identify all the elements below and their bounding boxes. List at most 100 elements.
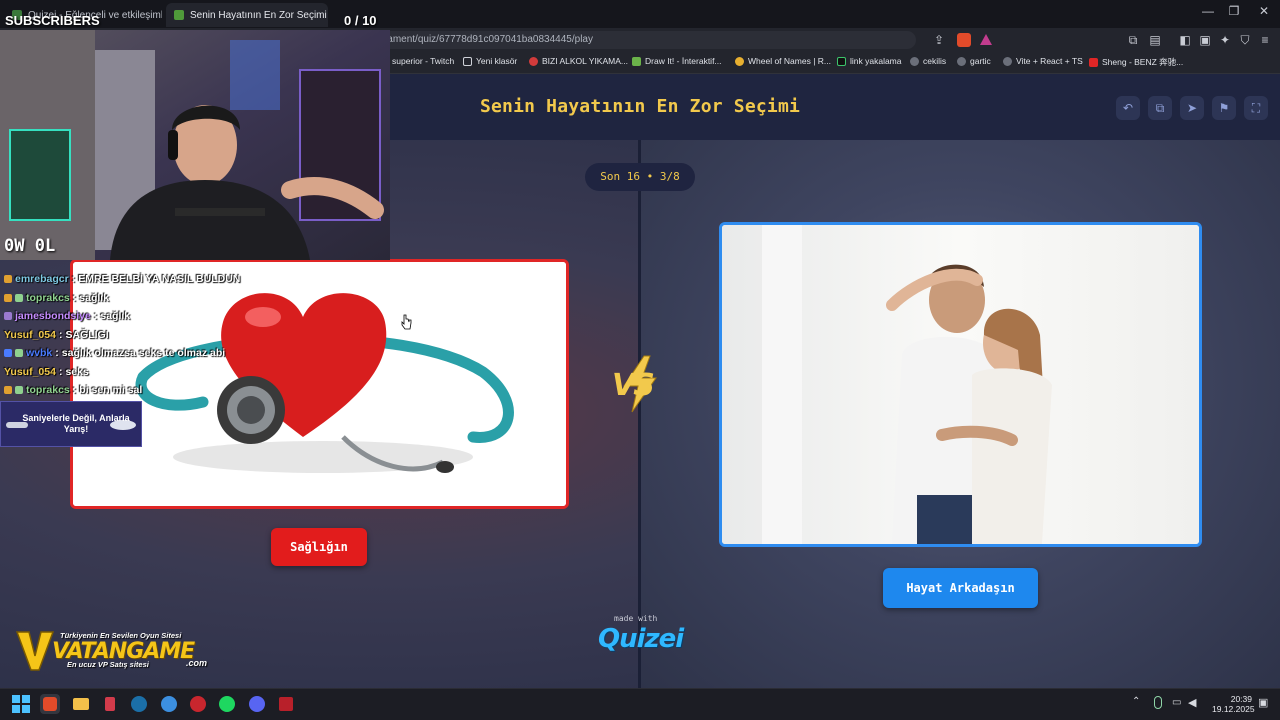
network-icon[interactable]: ▭ [1172, 697, 1181, 708]
chat-message: jamesbondsiye: sağlık [4, 307, 304, 326]
app-icon [279, 697, 293, 711]
taskbar-explorer-button[interactable] [71, 694, 91, 714]
taskbar-app-button[interactable] [159, 694, 179, 714]
taskbar-app-button[interactable] [276, 694, 296, 714]
clock-date: 19.12.2025 [1212, 704, 1255, 714]
bookmark-folder[interactable]: Yeni klasör [463, 56, 517, 66]
chat-text: sağlık [100, 310, 131, 323]
chat-badge-icon [15, 293, 23, 302]
sponsor-domain: .com [186, 658, 208, 668]
bookmark-item[interactable]: Draw It! - İnteraktif... [632, 56, 722, 66]
sidebar-panel-icon[interactable]: ▤ [1146, 31, 1164, 49]
taskbar-brave-button[interactable] [40, 694, 60, 714]
bookmark-item[interactable]: Vite + React + TS [1003, 56, 1083, 66]
fullscreen-icon: ⛶ [1251, 101, 1261, 115]
copy-icon: ⧉ [1155, 101, 1165, 115]
chat-badge-icon [4, 275, 12, 284]
tab-label: Senin Hayatının En Zor Seçimi - [190, 9, 328, 21]
menu-icon[interactable]: ≡ [1256, 31, 1274, 49]
taskbar-clock[interactable]: 20:39 19.12.2025 [1212, 694, 1255, 714]
undo-button[interactable]: ↶ [1116, 96, 1140, 120]
close-window-button[interactable]: ✕ [1252, 4, 1276, 18]
bookmark-item[interactable]: Sheng - BENZ 奔驰... [1089, 56, 1183, 68]
bookmark-item[interactable]: gartic [957, 56, 991, 66]
youtube-icon [1089, 57, 1098, 67]
webcam-feed-image [0, 30, 390, 260]
chat-badge-icon [4, 349, 12, 358]
chat-badge-icon [15, 386, 23, 395]
minimize-button[interactable]: — [1196, 4, 1220, 18]
round-indicator: Son 16 • 3/8 [585, 163, 695, 191]
taskbar-valorant-button[interactable] [100, 694, 120, 714]
tab-active-quiz[interactable]: Senin Hayatının En Zor Seçimi - ✕ [166, 3, 328, 27]
fullscreen-button[interactable]: ⛶ [1244, 96, 1268, 120]
leo-ai-icon[interactable]: ✦ [1216, 31, 1234, 49]
valorant-icon [105, 697, 115, 711]
bookmark-favicon-icon [837, 56, 846, 66]
bookmark-item[interactable]: BIZI ALKOL YIKAMA... [529, 56, 628, 66]
undo-icon: ↶ [1122, 101, 1134, 115]
app-icon [161, 696, 177, 712]
chat-text: seks [65, 365, 89, 378]
taskbar-steam-button[interactable] [129, 694, 149, 714]
volume-icon[interactable]: ◀ [1188, 696, 1196, 709]
brave-rewards-icon[interactable] [980, 34, 992, 45]
chat-message: toprakcs: sağlık [4, 289, 304, 308]
bookmark-item[interactable]: cekilis [910, 56, 946, 66]
copy-button[interactable]: ⧉ [1148, 96, 1172, 120]
chat-badge-icon [4, 386, 12, 395]
tab-favicon-icon [174, 10, 184, 20]
maximize-button[interactable]: ❐ [1222, 4, 1246, 18]
vpn-shield-icon[interactable]: ⛉ [1236, 31, 1254, 49]
choose-left-button[interactable]: Sağlığın [271, 528, 367, 566]
folder-icon [463, 56, 472, 66]
taskbar-spotify-button[interactable] [217, 694, 237, 714]
quizei-logo[interactable]: Quizei [598, 624, 684, 654]
chat-message: wvbk: sağlık olmazsa seks te olmaz abi [4, 344, 304, 363]
notifications-icon[interactable]: ▣ [1258, 696, 1268, 709]
chat-message: emrebagcr: EMRE BELBİ YA NASIL BULDUN [4, 270, 304, 289]
taskbar-discord-button[interactable] [247, 694, 267, 714]
discord-icon [249, 696, 265, 712]
choose-right-button[interactable]: Hayat Arkadaşın [883, 568, 1038, 608]
chat-username: toprakcs [26, 384, 70, 397]
globe-icon [910, 56, 919, 66]
chat-username: wvbk [26, 347, 53, 360]
brave-icon [43, 697, 57, 711]
bookmark-item[interactable]: superior - Twitch [392, 56, 454, 66]
globe-icon [957, 56, 966, 66]
option-card-right[interactable] [719, 222, 1202, 547]
windows-start-icon[interactable] [12, 695, 30, 713]
bookmark-item[interactable]: Wheel of Names | R... [735, 56, 831, 66]
send-icon: ➤ [1186, 101, 1198, 115]
vs-label: VS [612, 368, 655, 403]
folder-icon [73, 698, 89, 710]
chat-message: toprakcs: bi sen mi sal [4, 381, 304, 400]
steam-icon [131, 696, 147, 712]
record-icon [190, 696, 206, 712]
report-button[interactable]: ⚑ [1212, 96, 1236, 120]
subscribers-label: SUBSCRIBERS [5, 13, 100, 28]
chat-text: bi sen mi sal [79, 384, 143, 397]
chat-text: EMRE BELBİ YA NASIL BULDUN [78, 273, 241, 286]
microphone-icon[interactable] [1154, 696, 1162, 709]
clock-time: 20:39 [1230, 694, 1252, 704]
share-button[interactable]: ➤ [1180, 96, 1204, 120]
show-hidden-icons-icon[interactable]: ⌃ [1132, 696, 1140, 707]
taskbar-obs-button[interactable] [188, 694, 208, 714]
mouse-cursor-icon [401, 314, 412, 330]
extensions-icon[interactable]: ⧉ [1124, 31, 1142, 49]
bookmark-item[interactable]: link yakalama [837, 56, 902, 66]
wallet-icon[interactable]: ▣ [1196, 31, 1214, 49]
chat-username: toprakcs [26, 291, 70, 304]
sponsor-subtitle: En ucuz VP Satış sitesi [67, 660, 149, 669]
chat-overlay: emrebagcr: EMRE BELBİ YA NASIL BULDUN to… [4, 270, 304, 400]
flag-icon: ⚑ [1218, 101, 1230, 115]
subscribers-count: 0 / 10 [344, 13, 377, 28]
chat-username: Yusuf_054 [4, 328, 56, 341]
sidebar-toggle-icon[interactable]: ◧ [1176, 31, 1194, 49]
couple-photo-image [722, 225, 1199, 544]
bookmark-favicon-icon [735, 56, 744, 66]
brave-shields-icon[interactable] [957, 33, 971, 47]
share-icon[interactable]: ⇪ [930, 31, 948, 49]
